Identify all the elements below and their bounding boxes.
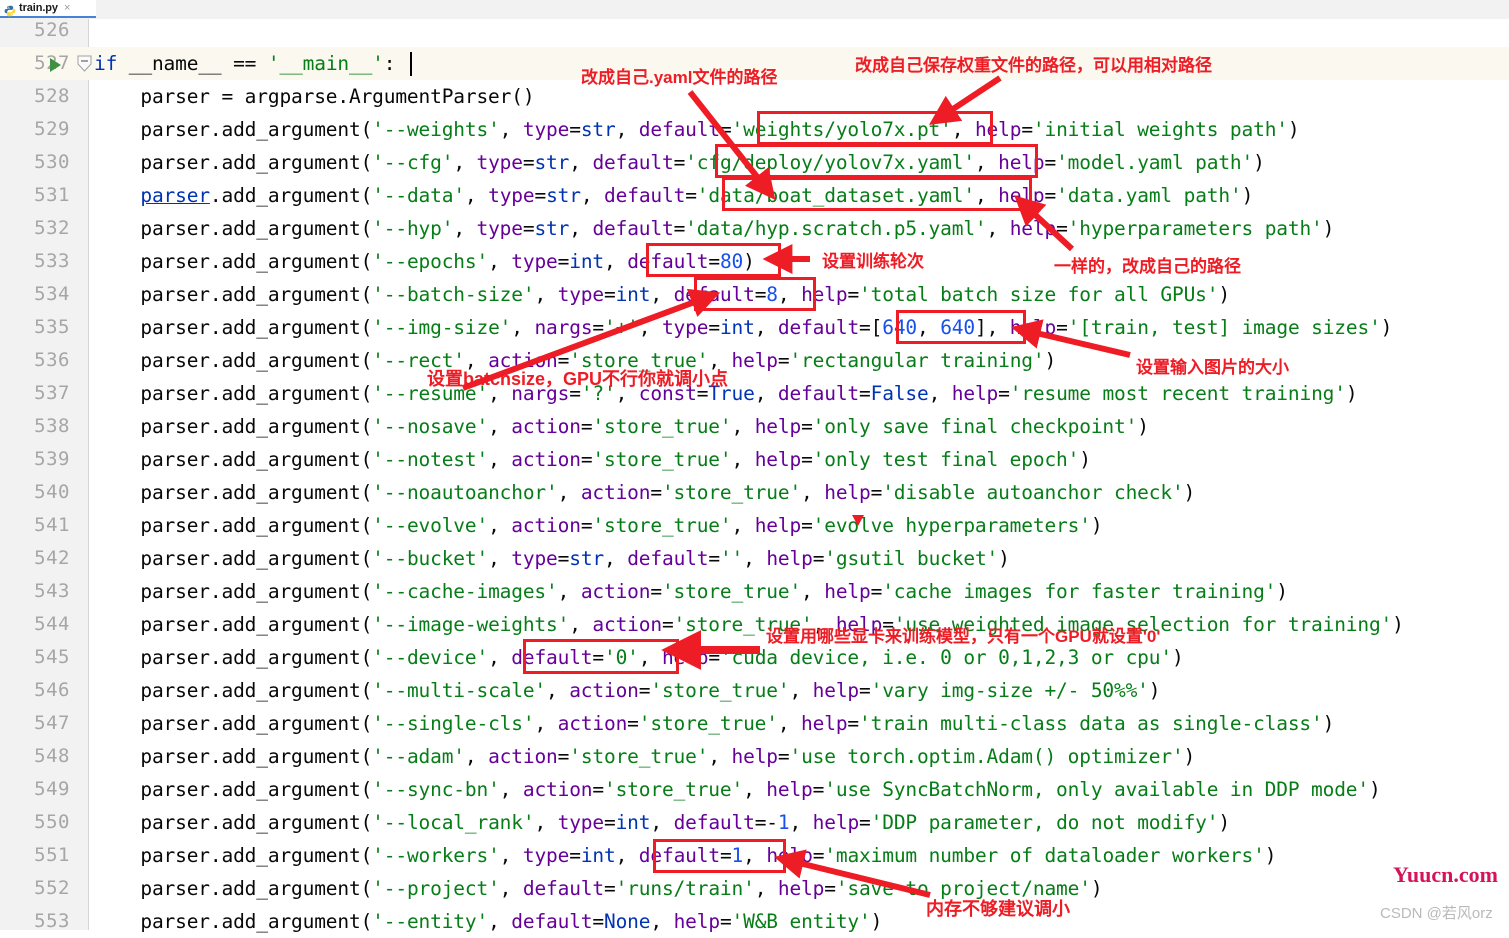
code-line[interactable]: 547 parser.add_argument('--single-cls', … — [0, 707, 1509, 740]
line-number: 548 — [34, 745, 70, 767]
code-line[interactable]: 546 parser.add_argument('--multi-scale',… — [0, 674, 1509, 707]
line-number: 545 — [34, 646, 70, 668]
code-text[interactable]: parser.add_argument('--local_rank', type… — [94, 806, 1230, 839]
line-number: 541 — [34, 514, 70, 536]
code-text[interactable]: parser.add_argument('--data', type=str, … — [94, 179, 1253, 212]
code-line[interactable]: 551 parser.add_argument('--workers', typ… — [0, 839, 1509, 872]
code-text[interactable]: parser.add_argument('--cfg', type=str, d… — [94, 146, 1264, 179]
code-fold-icon[interactable] — [77, 55, 92, 72]
code-text[interactable]: parser.add_argument('--notest', action='… — [94, 443, 1091, 476]
run-gutter-icon[interactable] — [50, 58, 61, 72]
code-line[interactable]: 534 parser.add_argument('--batch-size', … — [0, 278, 1509, 311]
code-line[interactable]: 548 parser.add_argument('--adam', action… — [0, 740, 1509, 773]
line-number: 526 — [34, 19, 70, 41]
python-file-icon — [4, 2, 16, 17]
code-line[interactable]: 543 parser.add_argument('--cache-images'… — [0, 575, 1509, 608]
code-line[interactable]: 540 parser.add_argument('--noautoanchor'… — [0, 476, 1509, 509]
code-text[interactable]: parser.add_argument('--img-size', nargs=… — [94, 311, 1392, 344]
code-line[interactable]: 527 if __name__ == '__main__': — [0, 47, 1509, 80]
code-text[interactable]: parser.add_argument('--multi-scale', act… — [94, 674, 1160, 707]
code-line[interactable]: 537 parser.add_argument('--resume', narg… — [0, 377, 1509, 410]
code-text[interactable]: parser.add_argument('--adam', action='st… — [94, 740, 1195, 773]
code-text[interactable]: parser.add_argument('--batch-size', type… — [94, 278, 1230, 311]
code-line[interactable]: 550 parser.add_argument('--local_rank', … — [0, 806, 1509, 839]
code-line[interactable]: 532 parser.add_argument('--hyp', type=st… — [0, 212, 1509, 245]
code-text[interactable]: parser.add_argument('--evolve', action='… — [94, 509, 1102, 542]
code-text[interactable]: parser.add_argument('--hyp', type=str, d… — [94, 212, 1334, 245]
code-text[interactable]: parser.add_argument('--cache-images', ac… — [94, 575, 1288, 608]
code-line[interactable]: 535 parser.add_argument('--img-size', na… — [0, 311, 1509, 344]
code-line[interactable]: 530 parser.add_argument('--cfg', type=st… — [0, 146, 1509, 179]
code-text[interactable]: if __name__ == '__main__': — [94, 47, 396, 80]
code-text[interactable]: parser.add_argument('--bucket', type=str… — [94, 542, 1010, 575]
close-icon[interactable]: × — [64, 2, 70, 14]
code-line[interactable]: 545 parser.add_argument('--device', defa… — [0, 641, 1509, 674]
text-caret — [410, 52, 412, 76]
code-text[interactable]: parser.add_argument('--entity', default=… — [94, 905, 882, 938]
line-number: 535 — [34, 316, 70, 338]
line-number: 539 — [34, 448, 70, 470]
code-text[interactable]: parser.add_argument('--project', default… — [94, 872, 1102, 905]
line-number: 533 — [34, 250, 70, 272]
line-number: 542 — [34, 547, 70, 569]
tab-label: train.py — [19, 2, 58, 14]
code-line[interactable]: 529 parser.add_argument('--weights', typ… — [0, 113, 1509, 146]
line-number: 540 — [34, 481, 70, 503]
line-number: 537 — [34, 382, 70, 404]
code-text[interactable]: parser.add_argument('--sync-bn', action=… — [94, 773, 1380, 806]
code-line[interactable]: 552 parser.add_argument('--project', def… — [0, 872, 1509, 905]
line-number: 552 — [34, 877, 70, 899]
code-text[interactable]: parser.add_argument('--epochs', type=int… — [94, 245, 755, 278]
code-line[interactable]: 539 parser.add_argument('--notest', acti… — [0, 443, 1509, 476]
line-number: 553 — [34, 910, 70, 932]
code-text[interactable]: parser.add_argument('--single-cls', acti… — [94, 707, 1334, 740]
code-line[interactable]: 544 parser.add_argument('--image-weights… — [0, 608, 1509, 641]
line-number: 538 — [34, 415, 70, 437]
line-number: 532 — [34, 217, 70, 239]
code-text[interactable]: parser.add_argument('--device', default=… — [94, 641, 1183, 674]
code-line[interactable]: 528 parser = argparse.ArgumentParser() — [0, 80, 1509, 113]
code-line[interactable]: 536 parser.add_argument('--rect', action… — [0, 344, 1509, 377]
line-number: 534 — [34, 283, 70, 305]
code-line[interactable]: 553 parser.add_argument('--entity', defa… — [0, 905, 1509, 938]
code-text[interactable]: parser.add_argument('--nosave', action='… — [94, 410, 1149, 443]
line-number: 546 — [34, 679, 70, 701]
code-line[interactable]: 549 parser.add_argument('--sync-bn', act… — [0, 773, 1509, 806]
code-text[interactable]: parser.add_argument('--image-weights', a… — [94, 608, 1404, 641]
code-line[interactable]: 542 parser.add_argument('--bucket', type… — [0, 542, 1509, 575]
line-number: 551 — [34, 844, 70, 866]
code-editor[interactable]: 526 527 if __name__ == '__main__': 528 pars… — [0, 19, 1509, 933]
line-number: 543 — [34, 580, 70, 602]
code-text[interactable]: parser.add_argument('--noautoanchor', ac… — [94, 476, 1195, 509]
line-number: 550 — [34, 811, 70, 833]
line-number: 528 — [34, 85, 70, 107]
code-text[interactable]: parser.add_argument('--weights', type=st… — [94, 113, 1299, 146]
line-number: 549 — [34, 778, 70, 800]
line-number: 544 — [34, 613, 70, 635]
code-line[interactable]: 541 parser.add_argument('--evolve', acti… — [0, 509, 1509, 542]
code-text[interactable]: parser.add_argument('--resume', nargs='?… — [94, 377, 1357, 410]
line-number: 547 — [34, 712, 70, 734]
code-text[interactable]: parser = argparse.ArgumentParser() — [94, 80, 534, 113]
line-number: 536 — [34, 349, 70, 371]
code-line[interactable]: 538 parser.add_argument('--nosave', acti… — [0, 410, 1509, 443]
code-text[interactable]: parser.add_argument('--workers', type=in… — [94, 839, 1276, 872]
code-line[interactable]: 533 parser.add_argument('--epochs', type… — [0, 245, 1509, 278]
line-number: 530 — [34, 151, 70, 173]
code-line[interactable]: 526 — [0, 14, 1509, 47]
code-text[interactable]: parser.add_argument('--rect', action='st… — [94, 344, 1056, 377]
line-number: 531 — [34, 184, 70, 206]
line-number: 529 — [34, 118, 70, 140]
code-line[interactable]: 531 parser.add_argument('--data', type=s… — [0, 179, 1509, 212]
